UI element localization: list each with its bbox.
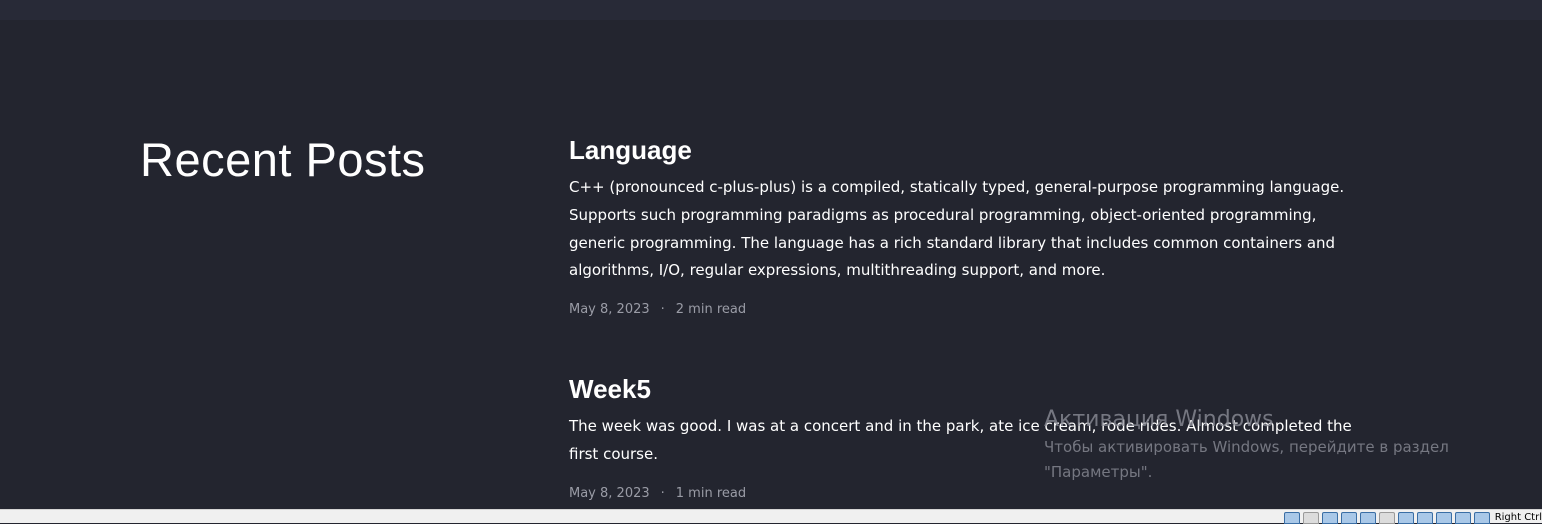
download-icon[interactable]	[1473, 512, 1490, 524]
hard-disk-icon[interactable]	[1283, 512, 1300, 524]
shared-folder-icon[interactable]	[1378, 512, 1395, 524]
watermark-line-1: Чтобы активировать Windows, перейдите в …	[1044, 438, 1449, 456]
post-card-language: Language C++ (pronounced c-plus-plus) is…	[569, 135, 1369, 319]
network-icon[interactable]	[1340, 512, 1357, 524]
watermark-line-2: "Параметры".	[1044, 463, 1153, 481]
optical-drive-icon[interactable]	[1302, 512, 1319, 524]
recording-icon[interactable]	[1416, 512, 1433, 524]
post-read-time: 1 min read	[675, 485, 747, 501]
usb-icon[interactable]	[1359, 512, 1376, 524]
post-excerpt: C++ (pronounced c-plus-plus) is a compil…	[569, 178, 1345, 280]
mouse-integration-icon[interactable]	[1435, 512, 1452, 524]
post-meta: May 8, 2023 · 2 min read	[569, 301, 1369, 319]
host-key-label: Right Ctrl	[1494, 512, 1542, 523]
virtualbox-icon[interactable]	[1454, 512, 1471, 524]
post-title-link[interactable]: Language	[569, 135, 1369, 165]
windows-activation-watermark: Активация Windows Чтобы активировать Win…	[1044, 405, 1449, 485]
meta-separator: ·	[660, 302, 665, 317]
post-title-link[interactable]: Week5	[569, 374, 1369, 404]
post-date: May 8, 2023	[569, 485, 650, 501]
site-header-bar	[0, 0, 1542, 20]
meta-separator: ·	[660, 485, 665, 501]
display-icon[interactable]	[1397, 512, 1414, 524]
post-date: May 8, 2023	[569, 302, 650, 317]
post-meta: May 8, 2023 · 1 min read	[569, 485, 1369, 503]
vm-status-bar: Right Ctrl	[0, 509, 1542, 524]
post-read-time: 2 min read	[675, 302, 747, 317]
status-tray: Right Ctrl	[1283, 512, 1542, 524]
section-heading: Recent Posts	[140, 133, 426, 186]
watermark-title: Активация Windows	[1044, 407, 1274, 432]
audio-icon[interactable]	[1321, 512, 1338, 524]
